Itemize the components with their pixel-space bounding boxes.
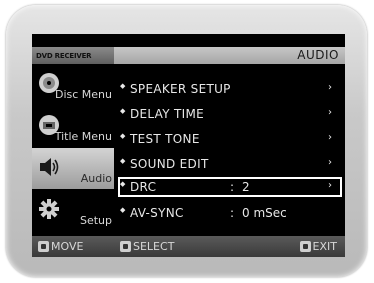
bullet-icon: ◆	[120, 157, 126, 165]
exit-key-icon	[299, 241, 311, 252]
bullet-icon: ◆	[120, 206, 126, 214]
menu-item-av-sync[interactable]: ◆ AV-SYNC : 0 mSec	[118, 203, 342, 223]
menu-item-label: DRC	[130, 180, 157, 194]
sidebar-item-label: Audio	[80, 172, 112, 185]
sidebar-item-title-menu[interactable]: Title Menu	[32, 106, 114, 147]
header-bar: DVD RECEIVER AUDIO	[32, 47, 345, 64]
bullet-icon: ◆	[120, 132, 126, 140]
menu-item-speaker-setup[interactable]: ◆ SPEAKER SETUP ›	[118, 79, 342, 99]
sidebar-item-setup[interactable]: Setup	[32, 190, 114, 231]
sidebar-item-label: Disc Menu	[54, 88, 112, 101]
exit-hint: EXIT	[299, 240, 337, 253]
gear-icon	[39, 199, 59, 219]
chevron-right-icon: ›	[328, 180, 332, 191]
menu-item-label: DELAY TIME	[130, 107, 205, 121]
select-label: SELECT	[133, 240, 175, 253]
drc-value: 2	[242, 180, 250, 194]
sidebar-item-audio[interactable]: Audio	[32, 148, 114, 189]
value-separator: :	[230, 180, 235, 194]
move-label: MOVE	[51, 240, 84, 253]
menu-item-sound-edit[interactable]: ◆ SOUND EDIT ›	[118, 154, 342, 174]
chevron-right-icon: ›	[328, 107, 332, 118]
chevron-right-icon: ›	[328, 157, 332, 168]
av-sync-value: 0 mSec	[242, 206, 287, 220]
sidebar: Disc Menu Title Menu Audio Setup	[32, 64, 114, 234]
footer-bar: MOVE SELECT EXIT	[32, 236, 345, 257]
sidebar-item-label: Title Menu	[54, 130, 112, 143]
menu-item-label: SPEAKER SETUP	[130, 82, 231, 96]
menu-item-delay-time[interactable]: ◆ DELAY TIME ›	[118, 104, 342, 124]
osd-screen: DVD RECEIVER AUDIO Disc Menu Title Menu	[32, 34, 345, 257]
bullet-icon: ◆	[120, 180, 126, 188]
exit-label: EXIT	[312, 240, 337, 253]
sidebar-item-disc-menu[interactable]: Disc Menu	[32, 64, 114, 105]
menu-item-drc[interactable]: ◆ DRC : 2 ›	[118, 177, 342, 197]
menu-item-label: AV-SYNC	[130, 206, 184, 220]
move-hint: MOVE	[38, 240, 83, 253]
move-key-icon	[38, 241, 49, 252]
menu-item-label: SOUND EDIT	[130, 157, 209, 171]
select-hint: SELECT	[120, 240, 174, 253]
device-label: DVD RECEIVER	[32, 47, 114, 64]
menu-item-label: TEST TONE	[130, 132, 200, 146]
bullet-icon: ◆	[120, 82, 126, 90]
speaker-icon	[40, 158, 59, 176]
sidebar-item-label: Setup	[79, 214, 112, 227]
chevron-right-icon: ›	[328, 132, 332, 143]
select-key-icon	[120, 241, 131, 252]
chevron-right-icon: ›	[328, 82, 332, 93]
bullet-icon: ◆	[120, 107, 126, 115]
menu-item-test-tone[interactable]: ◆ TEST TONE ›	[118, 129, 342, 149]
section-title: AUDIO	[297, 48, 339, 62]
value-separator: :	[230, 206, 235, 220]
